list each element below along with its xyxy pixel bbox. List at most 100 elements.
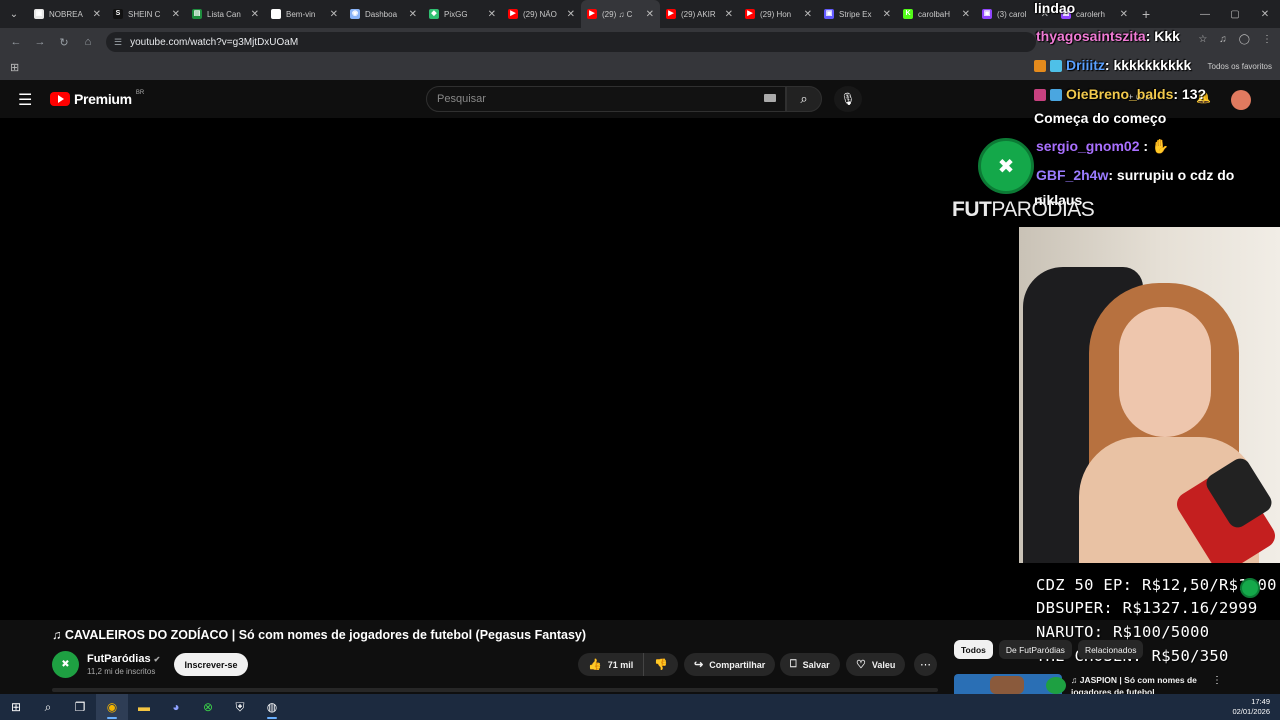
chat-text: : 13? xyxy=(1173,86,1207,102)
task-view-icon[interactable]: ❐ xyxy=(64,694,96,720)
tab-close-icon[interactable]: ✕ xyxy=(725,9,733,20)
browser-tab[interactable]: ▶ (29) AKIR ✕ xyxy=(660,0,739,28)
file-explorer-icon[interactable]: ▬ xyxy=(128,694,160,720)
system-clock[interactable]: 17:49 02/01/2026 xyxy=(1232,697,1270,717)
thumbs-down-icon: 👎 xyxy=(654,659,668,671)
save-label: Salvar xyxy=(802,659,830,670)
save-button[interactable]: ⎕ Salvar xyxy=(780,653,840,676)
keyboard-icon[interactable] xyxy=(764,94,776,102)
filter-chip[interactable]: De FutParódias xyxy=(998,640,1072,659)
xbox-icon[interactable]: ⊗ xyxy=(192,694,224,720)
chat-username: GBF_2h4w xyxy=(1036,167,1109,183)
channel-name[interactable]: FutParódias ✔ xyxy=(87,653,160,665)
clock-time: 17:49 xyxy=(1251,697,1270,706)
chat-username: OieBreno_balds xyxy=(1066,86,1174,102)
tab-close-icon[interactable]: ✕ xyxy=(1120,9,1128,20)
forward-icon[interactable]: → xyxy=(28,36,52,48)
youtube-logo[interactable]: Premium BR xyxy=(50,90,144,107)
site-info-icon[interactable]: ☰ xyxy=(114,37,122,48)
tab-close-icon[interactable]: ✕ xyxy=(567,9,575,20)
tab-close-icon[interactable]: ✕ xyxy=(646,9,654,20)
media-icon[interactable]: ♫ xyxy=(1219,34,1227,45)
bookmark-star-icon[interactable]: ☆ xyxy=(1198,34,1207,45)
chat-username: Driiitz xyxy=(1066,57,1105,73)
chat-badge-icon xyxy=(1050,60,1062,73)
like-button[interactable]: 👍 71 mil xyxy=(578,653,645,676)
share-icon: ↪ xyxy=(694,659,704,671)
back-icon[interactable]: ← xyxy=(4,36,28,48)
browser-tab[interactable]: ▶ (29) ♫ C ✕ xyxy=(581,0,660,28)
tab-search-icon[interactable]: ⌄ xyxy=(0,0,28,28)
search-button[interactable]: ⌕ xyxy=(786,86,822,112)
more-actions-button[interactable]: ⋯ xyxy=(914,653,937,676)
tab-close-icon[interactable]: ✕ xyxy=(172,9,180,20)
url-field[interactable]: ☰ youtube.com/watch?v=g3MjtDxUOaM xyxy=(106,32,1036,52)
maximize-icon[interactable]: ▢ xyxy=(1220,9,1250,20)
reload-icon[interactable]: ↻ xyxy=(52,36,76,49)
browser-tab[interactable]: ▶ (29) NÃO ✕ xyxy=(502,0,581,28)
browser-tab[interactable]: ▣ Stripe Ex ✕ xyxy=(818,0,897,28)
channel-name-text: FutParódias xyxy=(87,653,151,665)
thanks-button[interactable]: ♡ Valeu xyxy=(846,653,906,676)
discord-icon[interactable]: ◕ xyxy=(160,694,192,720)
browser-tab[interactable]: ◉ Dashboa ✕ xyxy=(344,0,423,28)
browser-tab[interactable]: N Bem-vin ✕ xyxy=(265,0,344,28)
all-favorites-link[interactable]: Todos os favoritos xyxy=(1208,62,1272,71)
tab-label: (29) Hon xyxy=(760,9,792,19)
stripe-icon: ▣ xyxy=(824,9,834,19)
browser-tab[interactable]: ▣ NOBREA ✕ xyxy=(28,0,107,28)
channel-avatar[interactable]: ✖ xyxy=(52,651,79,678)
filter-chip[interactable]: Todos xyxy=(954,640,993,659)
close-window-icon[interactable]: ✕ xyxy=(1250,9,1280,20)
menu-dots-icon[interactable]: ⋮ xyxy=(1262,34,1272,45)
tab-close-icon[interactable]: ✕ xyxy=(962,9,970,20)
futparodias-logo-icon: ✖ xyxy=(978,138,1034,194)
youtube-icon: ▶ xyxy=(587,9,597,19)
profile-icon[interactable]: ◯ xyxy=(1239,34,1250,45)
dislike-button[interactable]: 👎 xyxy=(644,658,678,671)
browser-tab[interactable]: ▶ (29) Hon ✕ xyxy=(739,0,818,28)
chat-username: sergio_gnom02 xyxy=(1036,138,1140,154)
tab-close-icon[interactable]: ✕ xyxy=(409,9,417,20)
shein-icon: S xyxy=(113,9,123,19)
obs-icon[interactable]: ◍ xyxy=(256,694,288,720)
youtube-icon: ▶ xyxy=(508,9,518,19)
new-tab-icon[interactable]: + xyxy=(1142,6,1150,22)
security-shield-icon[interactable]: ⛨ xyxy=(224,694,256,720)
search-input[interactable]: Pesquisar xyxy=(426,86,786,112)
tab-label: NOBREA xyxy=(49,9,83,19)
chat-text: Começa do começo xyxy=(1034,110,1167,126)
share-button[interactable]: ↪ Compartilhar xyxy=(684,653,776,676)
minimize-icon[interactable]: — xyxy=(1190,9,1220,20)
thumbnail-face xyxy=(990,676,1024,694)
tab-close-icon[interactable]: ✕ xyxy=(93,9,101,20)
home-icon[interactable]: ⌂ xyxy=(76,36,100,48)
browser-tab[interactable]: ▤ Lista Can ✕ xyxy=(186,0,265,28)
voice-search-button[interactable]: 🎙 xyxy=(834,86,862,112)
tab-close-icon[interactable]: ✕ xyxy=(330,9,338,20)
browser-tab[interactable]: S SHEIN C ✕ xyxy=(107,0,186,28)
description-box[interactable] xyxy=(52,688,938,692)
hamburger-menu-icon[interactable]: ☰ xyxy=(18,90,32,110)
chat-badge-icon xyxy=(1050,89,1062,102)
chrome-icon[interactable]: ◉ xyxy=(96,694,128,720)
n-icon: ▣ xyxy=(34,9,44,19)
browser-tab[interactable]: KcarolbaH ✕ xyxy=(897,0,976,28)
clock-date: 02/01/2026 xyxy=(1232,707,1270,716)
chat-message: GBF_2h4w: surrupiu o cdz do xyxy=(1036,167,1234,183)
tab-close-icon[interactable]: ✕ xyxy=(251,9,259,20)
apps-grid-icon[interactable]: ⊞ xyxy=(10,61,19,74)
recommended-more-icon[interactable]: ⋮ xyxy=(1212,675,1222,686)
like-dislike-group: 👍 71 mil 👎 xyxy=(578,653,678,676)
filter-chip[interactable]: Relacionados xyxy=(1077,640,1144,659)
windows-start-icon[interactable]: ⊞ xyxy=(0,694,32,720)
taskbar-search-icon[interactable]: ⌕ xyxy=(32,694,64,720)
avatar[interactable] xyxy=(1231,90,1251,110)
tab-close-icon[interactable]: ✕ xyxy=(804,9,812,20)
subscribe-button[interactable]: Inscrever-se xyxy=(174,653,248,676)
tab-close-icon[interactable]: ✕ xyxy=(883,9,891,20)
tab-close-icon[interactable]: ✕ xyxy=(488,9,496,20)
browser-tab[interactable]: ◆ PixGG ✕ xyxy=(423,0,502,28)
chat-text: : surrupiu o cdz do xyxy=(1108,167,1235,183)
chat-text: : Kkk xyxy=(1145,28,1180,44)
